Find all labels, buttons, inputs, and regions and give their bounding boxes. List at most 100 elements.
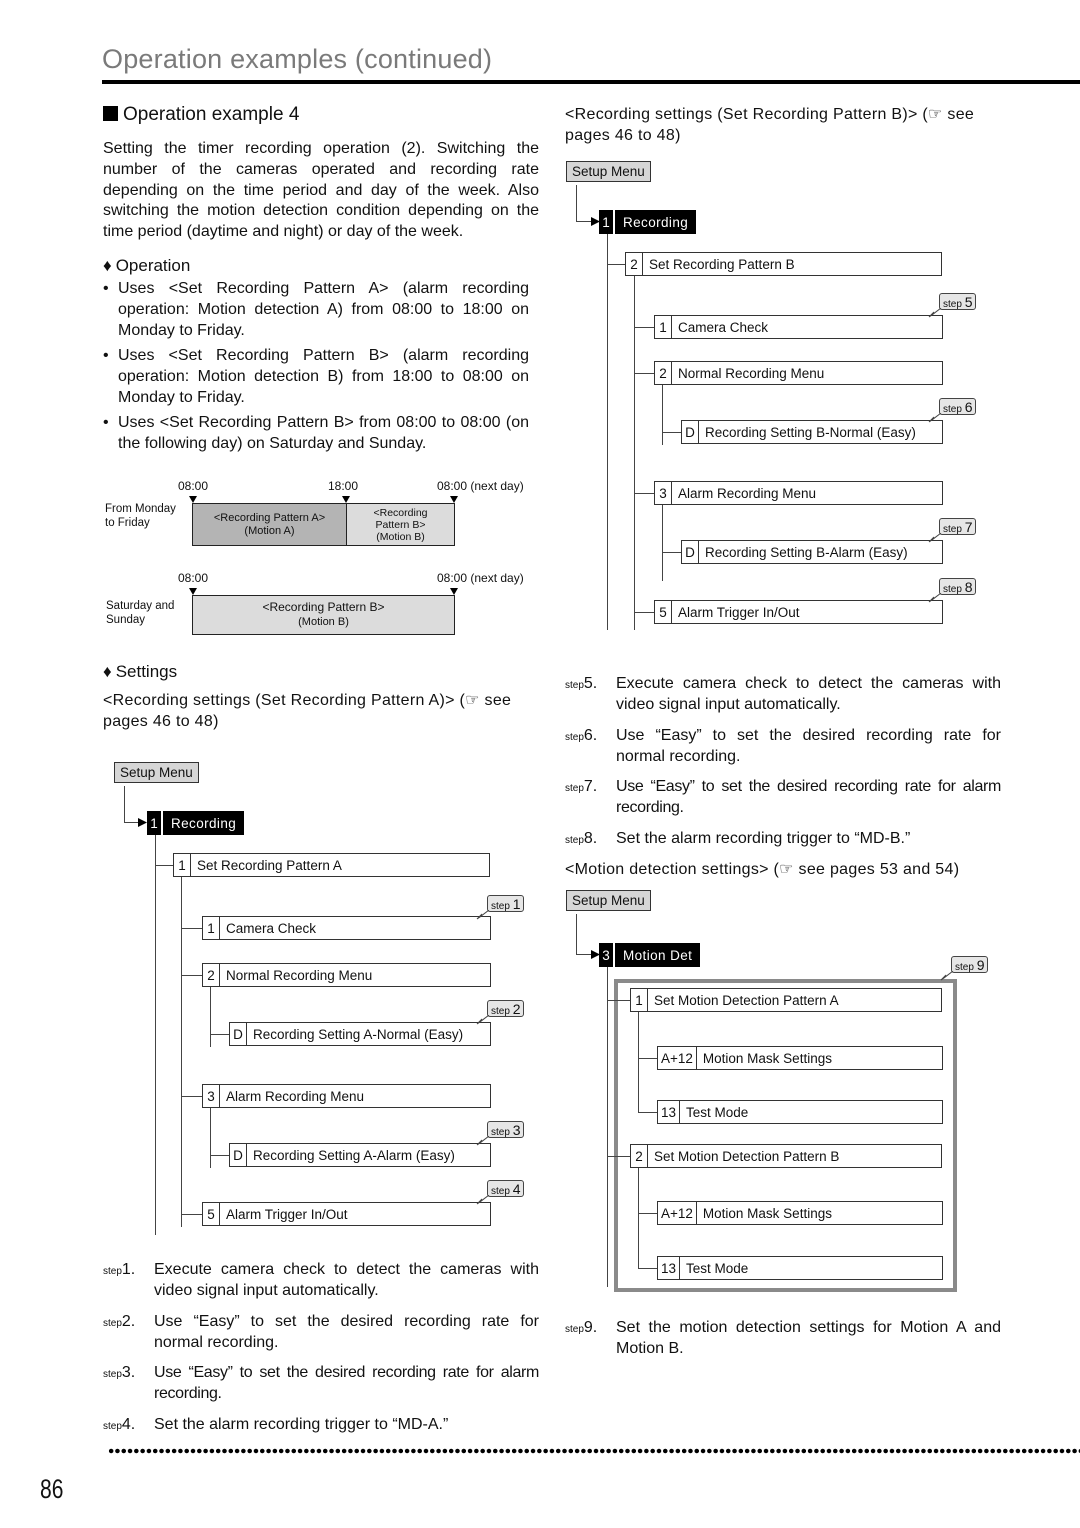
timeline-marker-icon xyxy=(450,496,458,503)
item-label: Alarm Recording Menu xyxy=(226,1088,365,1104)
step-number: 2 xyxy=(512,1001,521,1017)
motion-settings-ref: <Motion detection settings> (☞ see pages… xyxy=(565,861,960,878)
item-label: Recording Setting B-Normal (Easy) xyxy=(705,424,916,440)
step-instruction: step9. Set the motion detection settings … xyxy=(565,1318,1001,1360)
item-label: Normal Recording Menu xyxy=(226,967,373,983)
item-label: Test Mode xyxy=(686,1104,749,1120)
item-num: 5 xyxy=(655,601,672,623)
settings-heading: ♦ Settings xyxy=(103,662,177,682)
item-num: 2 xyxy=(655,362,672,384)
timeline-marker-icon xyxy=(189,588,197,595)
step-label: step2. xyxy=(103,1312,135,1335)
segment-line: (Motion A) xyxy=(244,524,295,537)
timeline-marker-icon xyxy=(342,496,350,503)
step-tag: step 5 xyxy=(928,293,977,318)
tree-item: 3 Alarm Recording Menu xyxy=(202,1084,491,1108)
segment-line: <Recording Pattern B> xyxy=(262,600,385,614)
step-tag: step 6 xyxy=(928,398,977,423)
timeline-marker-icon xyxy=(189,496,197,503)
setup-menu-box: Setup Menu xyxy=(114,762,199,783)
step-number: 9 xyxy=(976,957,985,973)
timeline-row-label: Saturday and Sunday xyxy=(106,599,174,627)
step-number: 4 xyxy=(512,1181,521,1197)
timeline-time: 08:00 xyxy=(178,479,209,493)
step-label: step3. xyxy=(103,1363,135,1386)
operation-heading-text: Operation xyxy=(115,256,191,275)
item-label: Set Motion Detection Pattern B xyxy=(654,1148,840,1164)
bullet-text: Uses <Set Recording Pattern B> (alarm re… xyxy=(118,347,529,406)
arrow-right-icon xyxy=(138,818,147,827)
tree-item: D Recording Setting A-Normal (Easy) xyxy=(229,1022,491,1046)
tree-item: 2 Normal Recording Menu xyxy=(654,361,943,385)
tree-item: 2 Set Motion Detection Pattern B xyxy=(630,1144,942,1168)
step-instruction: step6. Use “Easy” to set the desired reco… xyxy=(565,726,1001,768)
menu-num: 3 xyxy=(599,943,613,967)
step-prefix: step xyxy=(491,1127,510,1138)
step-instruction: step1. Execute camera check to detect the… xyxy=(103,1260,539,1302)
step-text: Use “Easy” to set the desired recording … xyxy=(154,1364,539,1402)
tree-line xyxy=(638,1058,657,1059)
tree-line xyxy=(607,1000,630,1001)
step-text: Use “Easy” to set the desired recording … xyxy=(616,778,1001,816)
item-num: 2 xyxy=(626,253,643,275)
callout-tail-icon xyxy=(476,1136,490,1146)
bullet-icon: • xyxy=(103,414,109,431)
tree-line xyxy=(607,234,608,630)
item-label: Set Recording Pattern B xyxy=(649,256,795,272)
menu-label: Recording xyxy=(615,210,697,234)
tree-line xyxy=(607,264,625,265)
step-label: step7. xyxy=(565,777,597,800)
item-label: Camera Check xyxy=(678,319,769,335)
segment-line: Pattern B> xyxy=(375,518,426,531)
timeline-segment-weekend: <Recording Pattern B> (Motion B) xyxy=(192,595,455,635)
tree-line xyxy=(638,1213,657,1214)
step-prefix: step xyxy=(943,524,962,535)
step-number: 7. xyxy=(583,778,598,795)
step-number: 7 xyxy=(964,519,973,535)
recording-settings-a-ref: <Recording settings (Set Recording Patte… xyxy=(103,692,512,730)
item-num: 1 xyxy=(174,854,191,876)
step-number: 1 xyxy=(512,896,521,912)
step-instruction: step7. Use “Easy” to set the desired reco… xyxy=(565,777,1001,819)
row-label-line: Sunday xyxy=(106,614,146,626)
item-label: Camera Check xyxy=(226,920,317,936)
tree-line xyxy=(576,914,577,954)
segment-line: (Motion B) xyxy=(298,616,349,628)
tree-line xyxy=(124,786,125,822)
callout-tail-icon xyxy=(928,413,942,423)
step-tag: step 4 xyxy=(476,1180,525,1205)
item-num: 1 xyxy=(203,917,220,939)
callout-tail-icon xyxy=(928,593,942,603)
step-label: step8. xyxy=(565,829,597,852)
timeline-time: 18:00 xyxy=(328,479,359,493)
tree-line xyxy=(181,1096,202,1097)
tree-line xyxy=(634,493,654,494)
tree-item: A+12 Motion Mask Settings xyxy=(657,1201,943,1225)
step-prefix: step xyxy=(491,1186,510,1197)
step-prefix: step xyxy=(943,299,962,310)
tree-item: 13 Test Mode xyxy=(657,1100,943,1124)
step-tag: step 8 xyxy=(928,578,977,603)
step-label: step4. xyxy=(103,1415,135,1438)
diamond-icon: ♦ xyxy=(103,662,112,681)
step-number: 3. xyxy=(121,1364,136,1381)
item-num: 1 xyxy=(655,316,672,338)
page-title: Operation examples (continued) xyxy=(102,44,493,74)
step-instruction: step4. Set the alarm recording trigger to… xyxy=(103,1415,539,1436)
item-label: Test Mode xyxy=(686,1260,749,1276)
operation-heading: ♦ Operation xyxy=(103,256,190,276)
item-num: A+12 xyxy=(658,1047,697,1069)
row-label-line: From Monday xyxy=(105,503,176,515)
tree-line xyxy=(210,987,211,1047)
setup-menu-box: Setup Menu xyxy=(566,890,651,911)
tree-item-pattern: 1 Set Recording Pattern A xyxy=(173,853,490,877)
callout-tail-icon xyxy=(476,910,490,920)
tree-line xyxy=(607,967,608,1287)
tree-item: 2 Normal Recording Menu xyxy=(202,963,491,987)
step-number: 5 xyxy=(964,294,973,310)
title-rule xyxy=(102,80,1080,84)
timeline-row-label: From Monday to Friday xyxy=(105,502,176,530)
step-prefix: step xyxy=(565,835,584,846)
step-prefix: step xyxy=(955,962,974,973)
timeline-segment-pattern-a: <Recording Pattern A> (Motion A) xyxy=(192,503,347,546)
